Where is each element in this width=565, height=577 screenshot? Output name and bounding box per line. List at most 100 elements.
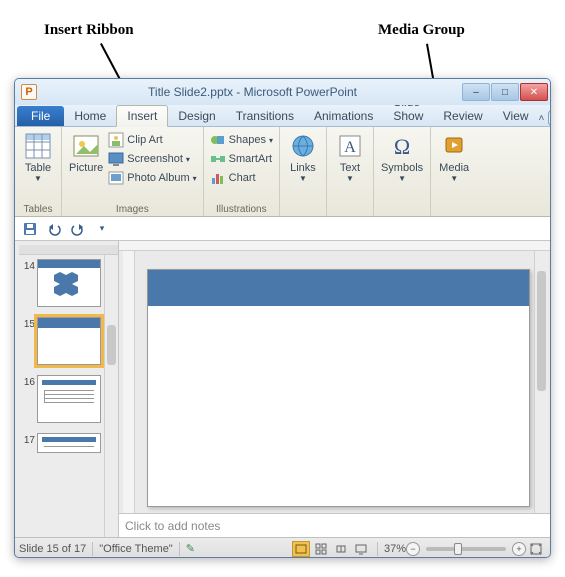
tab-transitions[interactable]: Transitions [226, 106, 304, 126]
picture-button[interactable]: Picture [66, 129, 106, 176]
view-slideshow-icon[interactable] [352, 541, 370, 557]
svg-text:A: A [344, 139, 356, 156]
tab-home[interactable]: Home [64, 106, 116, 126]
vertical-ruler[interactable] [123, 251, 135, 513]
group-symbols: Ω Symbols ▼ Symbols [374, 127, 431, 216]
tab-file[interactable]: File [17, 106, 64, 126]
slide-canvas[interactable] [147, 269, 530, 507]
titlebar[interactable]: P Title Slide2.pptx - Microsoft PowerPoi… [15, 79, 550, 105]
quick-access-toolbar: ▾ [15, 217, 550, 241]
zoom-in-button[interactable]: + [512, 542, 526, 556]
slide-scrollbar-vertical[interactable] [534, 251, 548, 513]
qat-redo-icon[interactable] [69, 220, 87, 238]
divider [377, 542, 378, 556]
tab-animations[interactable]: Animations [304, 106, 383, 126]
status-bar: Slide 15 of 17 "Office Theme" ✎ 37% − + [15, 537, 550, 558]
spellcheck-icon[interactable]: ✎ [186, 542, 195, 555]
horizontal-ruler[interactable] [119, 241, 550, 251]
tab-insert[interactable]: Insert [116, 105, 168, 127]
screenshot-button[interactable]: Screenshot ▾ [106, 150, 198, 168]
clip-art-label: Clip Art [127, 134, 162, 146]
dropdown-caret-icon: ▼ [34, 174, 42, 183]
chart-button[interactable]: Chart [208, 169, 275, 187]
photo-album-label: Photo Album [127, 172, 189, 184]
zoom-out-button[interactable]: − [406, 542, 420, 556]
symbols-button-label: Symbols [381, 162, 423, 174]
dropdown-caret-icon: ▾ [193, 174, 197, 183]
close-button[interactable]: ✕ [520, 83, 548, 101]
status-slide-number: Slide 15 of 17 [19, 543, 86, 555]
table-icon [23, 131, 53, 161]
dropdown-caret-icon: ▼ [299, 174, 307, 183]
slide-thumbnail-15[interactable] [37, 317, 101, 365]
links-icon [288, 131, 318, 161]
dropdown-caret-icon: ▼ [450, 174, 458, 183]
photo-album-button[interactable]: Photo Album ▾ [106, 169, 198, 187]
links-button[interactable]: Links ▼ [284, 129, 322, 185]
slide-thumbnail-16[interactable] [37, 375, 101, 423]
fit-to-window-icon[interactable] [527, 541, 545, 557]
thumb-number: 14 [19, 259, 35, 272]
thumb-number: 15 [19, 317, 35, 330]
clip-art-button[interactable]: Clip Art [106, 131, 198, 149]
shapes-label: Shapes [229, 134, 266, 146]
thumbnail-scrollbar[interactable] [104, 255, 118, 537]
notes-pane[interactable]: Click to add notes [119, 513, 550, 537]
tab-design[interactable]: Design [168, 106, 225, 126]
qat-customize-icon[interactable]: ▾ [93, 220, 111, 238]
status-theme: "Office Theme" [99, 543, 172, 555]
text-button-label: Text [340, 162, 360, 174]
shapes-button[interactable]: Shapes ▾ [208, 131, 275, 149]
slide-title-placeholder[interactable] [148, 270, 529, 306]
zoom-percent[interactable]: 37% [384, 543, 406, 555]
thumbnail-panel-tabs[interactable] [19, 245, 118, 255]
tab-view[interactable]: View [493, 106, 539, 126]
workspace: 14 15 16 [15, 241, 550, 537]
ribbon-collapse-icon[interactable]: ˄ [539, 110, 545, 126]
symbols-icon: Ω [387, 131, 417, 161]
screenshot-icon [108, 151, 124, 167]
text-button[interactable]: A Text ▼ [331, 129, 369, 185]
zoom-slider[interactable] [426, 547, 506, 551]
media-icon [439, 131, 469, 161]
smartart-label: SmartArt [229, 153, 272, 165]
text-icon: A [335, 131, 365, 161]
thumb-number: 16 [19, 375, 35, 388]
tab-review[interactable]: Review [433, 106, 492, 126]
dropdown-caret-icon: ▼ [346, 174, 354, 183]
thumb-number: 17 [19, 433, 35, 446]
help-icon[interactable]: ? [548, 110, 551, 126]
group-text: A Text ▼ Text [327, 127, 374, 216]
photo-album-icon [108, 170, 124, 186]
media-button[interactable]: Media ▼ [435, 129, 473, 185]
picture-icon [71, 131, 101, 161]
symbols-button[interactable]: Ω Symbols ▼ [378, 129, 426, 185]
group-images: Picture Clip Art Screenshot ▾ [62, 127, 204, 216]
chart-icon [210, 170, 226, 186]
slide-thumbnail-17[interactable] [37, 433, 101, 453]
group-illustrations: Shapes ▾ SmartArt Chart [204, 127, 280, 216]
maximize-button[interactable]: □ [491, 83, 519, 101]
group-media: Media ▼ Media [431, 127, 477, 216]
qat-undo-icon[interactable] [45, 220, 63, 238]
window-controls: – □ ✕ [462, 83, 548, 101]
slide-thumbnail-14[interactable] [37, 259, 101, 307]
group-links: Links ▼ Links [280, 127, 327, 216]
slide-thumbnail-panel[interactable]: 14 15 16 [15, 241, 119, 537]
view-sorter-icon[interactable] [312, 541, 330, 557]
minimize-button[interactable]: – [462, 83, 490, 101]
app-window: P Title Slide2.pptx - Microsoft PowerPoi… [14, 78, 551, 558]
view-reading-icon[interactable] [332, 541, 350, 557]
notes-placeholder-text: Click to add notes [125, 519, 220, 533]
smartart-button[interactable]: SmartArt [208, 150, 275, 168]
group-tables: Table ▼ Tables [15, 127, 62, 216]
qat-save-icon[interactable] [21, 220, 39, 238]
view-normal-icon[interactable] [292, 541, 310, 557]
media-button-label: Media [439, 162, 469, 174]
group-label-illustrations: Illustrations [208, 203, 275, 215]
group-label-tables: Tables [19, 203, 57, 215]
table-button[interactable]: Table ▼ [19, 129, 57, 185]
window-title: Title Slide2.pptx - Microsoft PowerPoint [43, 85, 462, 99]
table-button-label: Table [25, 162, 51, 174]
app-icon-powerpoint[interactable]: P [21, 84, 37, 100]
